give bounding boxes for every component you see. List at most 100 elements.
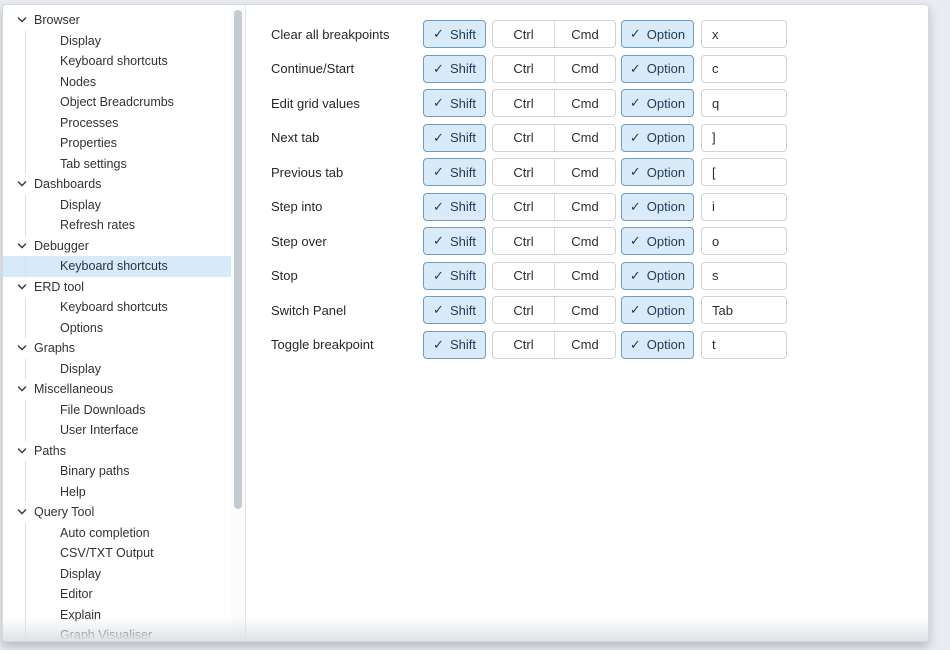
cmd-toggle[interactable]: Cmd [554,332,615,358]
shift-toggle[interactable]: ✓Shift [423,331,486,359]
ctrl-toggle[interactable]: Ctrl [493,56,554,82]
ctrl-toggle[interactable]: Ctrl [493,228,554,254]
tree-item-dashboards-display[interactable]: Display [3,195,245,216]
option-toggle[interactable]: ✓Option [621,55,694,83]
key-input[interactable] [701,55,787,83]
ctrl-toggle[interactable]: Ctrl [493,332,554,358]
tree-item-browser-processes[interactable]: Processes [3,113,245,134]
ctrl-toggle[interactable]: Ctrl [493,194,554,220]
option-toggle[interactable]: ✓Option [621,20,694,48]
shift-toggle-label: Shift [450,96,476,111]
tree-children-debugger: Keyboard shortcuts [3,256,245,277]
cmd-toggle[interactable]: Cmd [554,56,615,82]
option-toggle[interactable]: ✓Option [621,262,694,290]
chevron-down-icon[interactable] [16,281,28,293]
tree-item-dashboards-refresh-rates[interactable]: Refresh rates [3,215,245,236]
shift-toggle[interactable]: ✓Shift [423,227,486,255]
ctrl-cmd-group: CtrlCmd [492,331,616,359]
tree-item-browser-keyboard-shortcuts[interactable]: Keyboard shortcuts [3,51,245,72]
ctrl-toggle[interactable]: Ctrl [493,263,554,289]
shift-toggle[interactable]: ✓Shift [423,158,486,186]
tree-item-query-tool-auto-completion[interactable]: Auto completion [3,523,245,544]
key-input[interactable] [701,158,787,186]
ctrl-toggle[interactable]: Ctrl [493,297,554,323]
tree-item-query-tool-display[interactable]: Display [3,564,245,585]
option-toggle-label: Option [647,303,685,318]
option-toggle[interactable]: ✓Option [621,331,694,359]
key-input[interactable] [701,262,787,290]
option-toggle[interactable]: ✓Option [621,296,694,324]
shift-toggle[interactable]: ✓Shift [423,296,486,324]
tree-item-graphs-display[interactable]: Display [3,359,245,380]
key-input[interactable] [701,20,787,48]
cmd-toggle[interactable]: Cmd [554,21,615,47]
key-input[interactable] [701,89,787,117]
key-input[interactable] [701,124,787,152]
key-input[interactable] [701,331,787,359]
tree-item-paths-binary-paths[interactable]: Binary paths [3,461,245,482]
chevron-down-icon[interactable] [16,506,28,518]
tree-parent-paths[interactable]: Paths [3,441,245,462]
tree-parent-browser[interactable]: Browser [3,10,245,31]
chevron-down-icon[interactable] [16,445,28,457]
ctrl-toggle[interactable]: Ctrl [493,159,554,185]
ctrl-toggle[interactable]: Ctrl [493,21,554,47]
tree-item-browser-display[interactable]: Display [3,31,245,52]
sidebar-scrollbar[interactable] [231,5,245,641]
tree-item-debugger-keyboard-shortcuts[interactable]: Keyboard shortcuts [3,256,245,277]
option-toggle[interactable]: ✓Option [621,193,694,221]
tree-item-query-tool-graph-visualiser[interactable]: Graph Visualiser [3,625,245,641]
tree-parent-graphs[interactable]: Graphs [3,338,245,359]
option-toggle[interactable]: ✓Option [621,89,694,117]
tree-item-miscellaneous-user-interface[interactable]: User Interface [3,420,245,441]
option-toggle[interactable]: ✓Option [621,124,694,152]
tree-item-browser-tab-settings[interactable]: Tab settings [3,154,245,175]
cmd-toggle[interactable]: Cmd [554,297,615,323]
tree-item-query-tool-editor[interactable]: Editor [3,584,245,605]
ctrl-toggle[interactable]: Ctrl [493,125,554,151]
shift-toggle[interactable]: ✓Shift [423,262,486,290]
shift-toggle[interactable]: ✓Shift [423,20,486,48]
chevron-down-icon[interactable] [16,342,28,354]
cmd-toggle[interactable]: Cmd [554,90,615,116]
chevron-down-icon[interactable] [16,383,28,395]
tree-item-browser-properties[interactable]: Properties [3,133,245,154]
tree-parent-erd-tool[interactable]: ERD tool [3,277,245,298]
option-toggle[interactable]: ✓Option [621,158,694,186]
key-input[interactable] [701,193,787,221]
shift-toggle[interactable]: ✓Shift [423,89,486,117]
tree-item-miscellaneous-file-downloads[interactable]: File Downloads [3,400,245,421]
tree-item-paths-help[interactable]: Help [3,482,245,503]
cmd-toggle[interactable]: Cmd [554,228,615,254]
chevron-down-icon[interactable] [16,178,28,190]
scrollbar-thumb[interactable] [234,10,242,509]
tree-parent-dashboards[interactable]: Dashboards [3,174,245,195]
tree-item-browser-object-breadcrumbs[interactable]: Object Breadcrumbs [3,92,245,113]
tree-parent-query-tool[interactable]: Query Tool [3,502,245,523]
shift-toggle[interactable]: ✓Shift [423,124,486,152]
key-input[interactable] [701,227,787,255]
key-input[interactable] [701,296,787,324]
check-icon: ✓ [630,199,641,215]
option-toggle[interactable]: ✓Option [621,227,694,255]
tree-item-browser-nodes[interactable]: Nodes [3,72,245,93]
shift-toggle[interactable]: ✓Shift [423,55,486,83]
tree-parent-miscellaneous[interactable]: Miscellaneous [3,379,245,400]
tree-item-query-tool-csv-txt-output[interactable]: CSV/TXT Output [3,543,245,564]
tree-item-query-tool-explain[interactable]: Explain [3,605,245,626]
cmd-toggle[interactable]: Cmd [554,159,615,185]
cmd-toggle[interactable]: Cmd [554,194,615,220]
shift-toggle[interactable]: ✓Shift [423,193,486,221]
chevron-down-icon[interactable] [16,14,28,26]
chevron-down-icon[interactable] [16,240,28,252]
ctrl-toggle[interactable]: Ctrl [493,90,554,116]
tree-children-query-tool: Auto completionCSV/TXT OutputDisplayEdit… [3,523,245,642]
tree-item-erd-tool-keyboard-shortcuts[interactable]: Keyboard shortcuts [3,297,245,318]
tree-item-erd-tool-options[interactable]: Options [3,318,245,339]
tree-parent-debugger[interactable]: Debugger [3,236,245,257]
shortcut-label: Stop [271,268,423,283]
cmd-toggle[interactable]: Cmd [554,125,615,151]
preferences-sidebar: BrowserDisplayKeyboard shortcutsNodesObj… [3,5,246,641]
cmd-toggle[interactable]: Cmd [554,263,615,289]
check-icon: ✓ [433,61,444,77]
